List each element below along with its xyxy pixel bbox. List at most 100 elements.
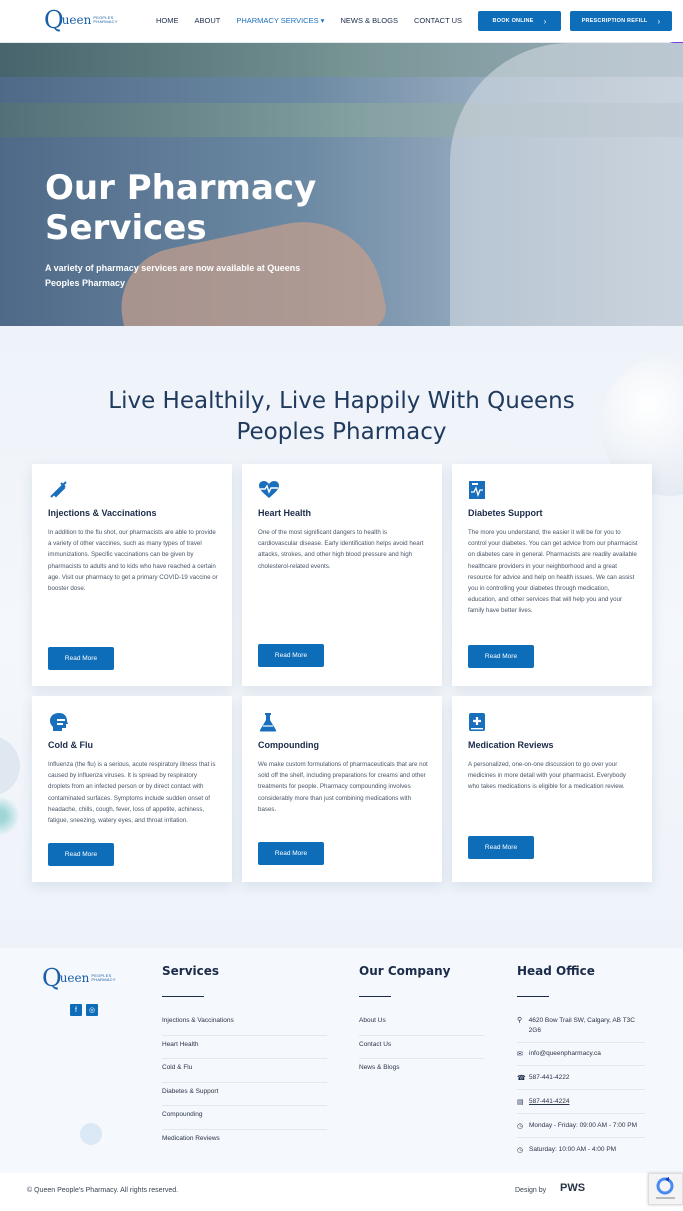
address-row: ⚲ 4620 Bow Trail SW, Calgary, AB T3C 2G6 bbox=[517, 1012, 645, 1043]
footer-link-cold-flu[interactable]: Cold & Flu bbox=[162, 1059, 327, 1083]
read-more-button[interactable]: Read More bbox=[468, 645, 534, 668]
footer-link-injections[interactable]: Injections & Vaccinations bbox=[162, 1012, 327, 1036]
card-text: A personalized, one-on-one discussion to… bbox=[468, 761, 626, 791]
location-pin-icon: ⚲ bbox=[517, 1017, 523, 1024]
hours-saturday-row: ◷ Saturday: 10:00 AM - 4:00 PM bbox=[517, 1138, 645, 1162]
site-logo[interactable]: Q ueen PEOPLES PHARMACY bbox=[44, 7, 122, 33]
decorative-circle bbox=[80, 1123, 102, 1145]
read-more-button[interactable]: Read More bbox=[48, 647, 114, 670]
flask-icon bbox=[258, 712, 278, 732]
nav-about[interactable]: ABOUT bbox=[195, 16, 221, 25]
decorative-shape bbox=[0, 736, 20, 796]
service-card-medication-reviews: Medication Reviews A personalized, one-o… bbox=[452, 696, 652, 882]
chevron-right-icon: › bbox=[543, 16, 547, 26]
logo-text: ueen bbox=[61, 13, 92, 27]
recaptcha-badge[interactable] bbox=[648, 1173, 683, 1205]
recaptcha-icon bbox=[656, 1177, 675, 1199]
heartbeat-icon bbox=[258, 480, 279, 500]
service-card-diabetes: Diabetes Support The more you understand… bbox=[452, 464, 652, 686]
site-footer: Q ueen PEOPLES PHARMACY f ◎ Services Inj… bbox=[0, 948, 683, 1173]
card-text: One of the most significant dangers to h… bbox=[258, 529, 424, 570]
footer-link-contact[interactable]: Contact Us bbox=[359, 1036, 484, 1060]
clock-icon: ◷ bbox=[517, 1147, 524, 1154]
book-online-button[interactable]: BOOK ONLINE › bbox=[478, 11, 561, 31]
head-cold-icon bbox=[48, 712, 68, 732]
footer-link-medication-reviews[interactable]: Medication Reviews bbox=[162, 1130, 327, 1154]
nav-contact[interactable]: CONTACT US bbox=[414, 16, 462, 25]
card-text: In addition to the flu shot, our pharmac… bbox=[48, 529, 218, 593]
nav-pharmacy-services[interactable]: PHARMACY SERVICES ▾ bbox=[236, 16, 324, 25]
facebook-icon[interactable]: f bbox=[70, 1004, 82, 1016]
footer-link-diabetes[interactable]: Diabetes & Support bbox=[162, 1083, 327, 1107]
footer-services-list: Injections & Vaccinations Heart Health C… bbox=[162, 1012, 327, 1154]
service-card-heart-health: Heart Health One of the most significant… bbox=[242, 464, 442, 686]
hours-weekday-text: Monday - Friday: 09:00 AM - 7:00 PM bbox=[529, 1122, 638, 1129]
bottom-bar: © Queen People's Pharmacy. All rights re… bbox=[0, 1173, 683, 1211]
chart-file-icon bbox=[468, 480, 488, 500]
phone-text[interactable]: 587-441-4222 bbox=[529, 1074, 569, 1081]
read-more-button[interactable]: Read More bbox=[48, 843, 114, 866]
hero-title: Our Pharmacy Services bbox=[45, 168, 317, 248]
copyright-text: © Queen People's Pharmacy. All rights re… bbox=[27, 1187, 179, 1194]
card-title: Cold & Flu bbox=[48, 740, 93, 750]
fax-icon: ▤ bbox=[517, 1099, 524, 1106]
footer-link-about[interactable]: About Us bbox=[359, 1012, 484, 1036]
office-heading: Head Office bbox=[517, 964, 595, 978]
read-more-button[interactable]: Read More bbox=[258, 644, 324, 667]
designer-logo[interactable]: PWS bbox=[560, 1182, 585, 1194]
service-card-cold-flu: Cold & Flu Influenza (the flu) is a seri… bbox=[32, 696, 232, 882]
nav-home[interactable]: HOME bbox=[156, 16, 179, 25]
hero-subtitle: A variety of pharmacy services are now a… bbox=[45, 263, 301, 288]
book-online-label: BOOK ONLINE bbox=[492, 18, 534, 24]
email-row[interactable]: ✉ info@queenpharmacy.ca bbox=[517, 1043, 645, 1066]
card-title: Injections & Vaccinations bbox=[48, 508, 157, 518]
clock-icon: ◷ bbox=[517, 1123, 524, 1130]
envelope-icon: ✉ bbox=[517, 1051, 523, 1058]
footer-logo[interactable]: Q ueen PEOPLES PHARMACY bbox=[42, 966, 115, 990]
footer-company-list: About Us Contact Us News & Blogs bbox=[359, 1012, 484, 1083]
logo-subtext: PEOPLES PHARMACY bbox=[91, 973, 116, 982]
fax-text[interactable]: 587-441-4224 bbox=[529, 1098, 569, 1105]
service-card-compounding: Compounding We make custom formulations … bbox=[242, 696, 442, 882]
pharmacist-image bbox=[450, 43, 683, 326]
company-heading: Our Company bbox=[359, 964, 451, 978]
instagram-icon[interactable]: ◎ bbox=[86, 1004, 98, 1016]
card-title: Diabetes Support bbox=[468, 508, 543, 518]
fax-row[interactable]: ▤ 587-441-4224 bbox=[517, 1090, 645, 1114]
services-section: Live Healthily, Live Happily With Queens… bbox=[0, 326, 683, 948]
head-office-info: ⚲ 4620 Bow Trail SW, Calgary, AB T3C 2G6… bbox=[517, 1012, 645, 1162]
design-by-text: Design by bbox=[515, 1187, 547, 1194]
address-text: 4620 Bow Trail SW, Calgary, AB T3C 2G6 bbox=[528, 1017, 635, 1034]
hero-banner: Our Pharmacy Services A variety of pharm… bbox=[0, 43, 683, 326]
phone-icon: ☎ bbox=[517, 1075, 526, 1082]
prescription-refill-label: PRESCRIPTION REFILL bbox=[581, 18, 648, 24]
hours-weekday-row: ◷ Monday - Friday: 09:00 AM - 7:00 PM bbox=[517, 1114, 645, 1138]
card-title: Heart Health bbox=[258, 508, 312, 518]
footer-link-news[interactable]: News & Blogs bbox=[359, 1059, 484, 1083]
divider bbox=[517, 996, 549, 997]
nav-news-blogs[interactable]: NEWS & BLOGS bbox=[340, 16, 398, 25]
logo-text: ueen bbox=[59, 971, 90, 985]
footer-link-heart-health[interactable]: Heart Health bbox=[162, 1036, 327, 1060]
footer-link-compounding[interactable]: Compounding bbox=[162, 1106, 327, 1130]
card-title: Compounding bbox=[258, 740, 319, 750]
card-text: Influenza (the flu) is a serious, acute … bbox=[48, 761, 216, 825]
prescription-refill-button[interactable]: PRESCRIPTION REFILL › bbox=[570, 11, 672, 31]
card-title: Medication Reviews bbox=[468, 740, 554, 750]
phone-row[interactable]: ☎ 587-441-4222 bbox=[517, 1066, 645, 1090]
chevron-right-icon: › bbox=[657, 16, 661, 26]
medical-book-icon bbox=[468, 712, 488, 732]
hours-saturday-text: Saturday: 10:00 AM - 4:00 PM bbox=[529, 1146, 617, 1153]
decorative-molecules bbox=[0, 796, 20, 836]
logo-subtext: PEOPLES PHARMACY bbox=[93, 15, 118, 24]
card-text: The more you understand, the easier it w… bbox=[468, 529, 638, 615]
read-more-button[interactable]: Read More bbox=[468, 836, 534, 859]
email-text[interactable]: info@queenpharmacy.ca bbox=[529, 1050, 601, 1057]
read-more-button[interactable]: Read More bbox=[258, 842, 324, 865]
card-text: We make custom formulations of pharmaceu… bbox=[258, 761, 428, 813]
divider bbox=[359, 996, 391, 997]
syringe-icon bbox=[48, 480, 68, 500]
divider bbox=[162, 996, 204, 997]
service-card-injections: Injections & Vaccinations In addition to… bbox=[32, 464, 232, 686]
section-title: Live Healthily, Live Happily With Queens… bbox=[108, 388, 575, 445]
